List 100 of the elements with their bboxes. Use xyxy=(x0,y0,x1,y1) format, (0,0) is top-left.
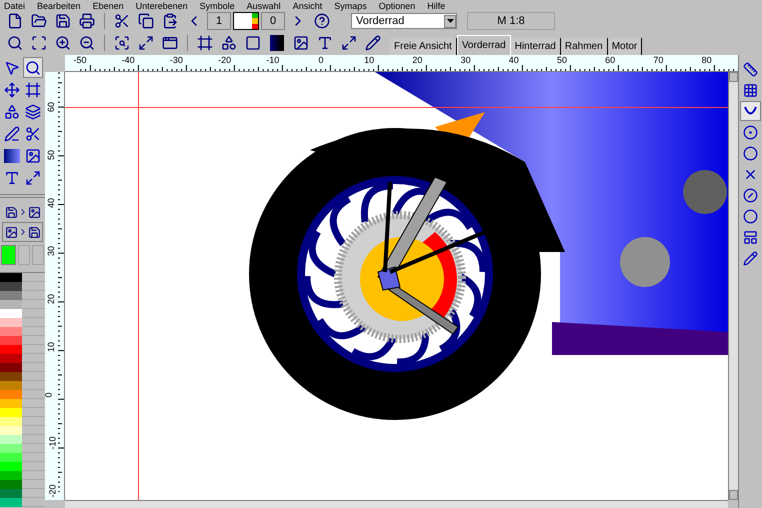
ruler-label: 0 xyxy=(318,55,324,65)
palette-swatch[interactable] xyxy=(0,354,22,363)
picture-icon xyxy=(28,206,40,218)
ruler-label: 50 xyxy=(46,150,56,160)
palette-swatch[interactable] xyxy=(0,462,22,471)
paste-icon xyxy=(162,13,178,29)
zoom-page-icon xyxy=(138,35,154,51)
palette-swatch[interactable] xyxy=(0,309,22,318)
image-icon xyxy=(293,35,309,51)
menu-item[interactable]: Datei xyxy=(4,0,26,10)
palette-swatch[interactable] xyxy=(0,381,22,390)
center-icon xyxy=(743,124,758,140)
menu-item[interactable]: Optionen xyxy=(378,0,416,10)
diameter-icon xyxy=(743,188,758,202)
menu-item[interactable]: Hilfe xyxy=(427,0,446,10)
palette-swatch[interactable] xyxy=(0,489,22,498)
page-number: 1 xyxy=(207,12,231,30)
ruler-label: -30 xyxy=(170,55,183,65)
view-tab[interactable]: Vorderrad xyxy=(456,35,511,55)
menu-item[interactable]: Auswahl xyxy=(246,0,281,10)
view-tab[interactable]: Rahmen xyxy=(560,38,608,55)
palette-swatch[interactable] xyxy=(0,345,22,354)
palette-swatch[interactable] xyxy=(0,408,22,417)
drawing-canvas[interactable] xyxy=(65,72,728,500)
zoom-tool[interactable] xyxy=(23,57,43,78)
palette-swatch[interactable] xyxy=(0,336,22,345)
edit-icon xyxy=(4,126,20,142)
menu-item[interactable]: Bearbeiten xyxy=(37,0,81,10)
scale-display: M 1:8 xyxy=(467,12,555,30)
palette-swatch[interactable] xyxy=(0,498,22,507)
ruler-label: 10 xyxy=(364,55,374,65)
help-icon xyxy=(314,13,330,29)
menu-item[interactable]: Symaps xyxy=(334,0,367,10)
ruler-label: 50 xyxy=(557,55,567,65)
text-icon xyxy=(4,170,20,186)
palette-swatch[interactable] xyxy=(0,390,22,399)
curve-snap-button[interactable] xyxy=(740,101,761,121)
grid-icon xyxy=(743,82,758,98)
ruler-label: -20 xyxy=(218,55,232,65)
image-icon xyxy=(25,148,41,164)
menu-item[interactable]: Unterebenen xyxy=(136,0,188,10)
new-file-icon xyxy=(7,13,23,29)
zoom-icon xyxy=(25,60,41,76)
menu-item[interactable]: Ansicht xyxy=(292,0,322,10)
resize-icon xyxy=(25,170,41,186)
view-tab[interactable]: Motor xyxy=(608,38,642,55)
ruler-label: 20 xyxy=(46,294,56,304)
ruler-label: -50 xyxy=(74,55,86,65)
palette-swatch[interactable] xyxy=(0,453,22,462)
palette-swatch[interactable] xyxy=(0,318,22,327)
palette-swatch[interactable] xyxy=(0,291,22,300)
color-slot[interactable] xyxy=(18,245,30,265)
cut-icon xyxy=(25,126,41,142)
layer-count: 0 xyxy=(261,12,285,30)
palette-swatch[interactable] xyxy=(0,426,22,435)
palette-swatch[interactable] xyxy=(0,327,22,336)
view-tab[interactable]: Hinterrad xyxy=(510,38,561,55)
palette-swatch[interactable] xyxy=(0,471,22,480)
menu-item[interactable]: Symbole xyxy=(200,0,235,10)
ruler-label: 10 xyxy=(46,342,56,352)
block-icon xyxy=(743,230,758,244)
save-icon xyxy=(55,13,71,29)
zoom-in-icon xyxy=(55,35,71,51)
gradient-icon xyxy=(4,148,20,162)
gradient-icon xyxy=(270,35,284,51)
menu-item[interactable]: Ebenen xyxy=(92,0,124,10)
zoom-icon xyxy=(7,35,23,51)
palette-swatch[interactable] xyxy=(0,399,22,408)
dropdown-button[interactable] xyxy=(444,14,456,28)
view-select[interactable]: Vorderrad xyxy=(351,13,457,29)
window-icon xyxy=(162,35,178,51)
palette-swatch[interactable] xyxy=(0,282,22,291)
move-icon xyxy=(4,82,20,98)
horizontal-scrollbar[interactable] xyxy=(65,500,728,508)
palette-swatch[interactable] xyxy=(0,444,22,453)
layer-indicator-icon xyxy=(233,12,259,30)
view-tab[interactable]: Freie Ansicht xyxy=(390,38,457,55)
shapes-icon xyxy=(221,35,237,51)
pen-icon xyxy=(365,35,381,51)
palette-swatch[interactable] xyxy=(0,300,22,309)
vertical-scrollbar[interactable] xyxy=(728,72,738,500)
ruler-label: -20 xyxy=(48,484,58,498)
zoom-selection-icon xyxy=(114,35,130,51)
ring-icon xyxy=(743,208,758,224)
palette-swatch[interactable] xyxy=(0,273,22,282)
palette-swatch[interactable] xyxy=(0,435,22,444)
shapes-icon xyxy=(4,104,20,120)
current-color-swatch[interactable] xyxy=(1,245,16,265)
import-symbol-button[interactable] xyxy=(2,222,43,242)
palette-swatch[interactable] xyxy=(0,363,22,372)
ruler-label: 60 xyxy=(46,102,56,112)
palette-swatch[interactable] xyxy=(0,417,22,426)
open-folder-icon xyxy=(31,13,47,29)
palette-swatch[interactable] xyxy=(0,372,22,381)
ruler-label: 30 xyxy=(46,246,56,256)
ruler-label: -10 xyxy=(48,436,58,450)
palette-swatch[interactable] xyxy=(0,480,22,489)
ruler-label: 30 xyxy=(460,55,471,65)
color-slot[interactable] xyxy=(32,245,44,265)
ruler-label: 40 xyxy=(46,198,56,208)
